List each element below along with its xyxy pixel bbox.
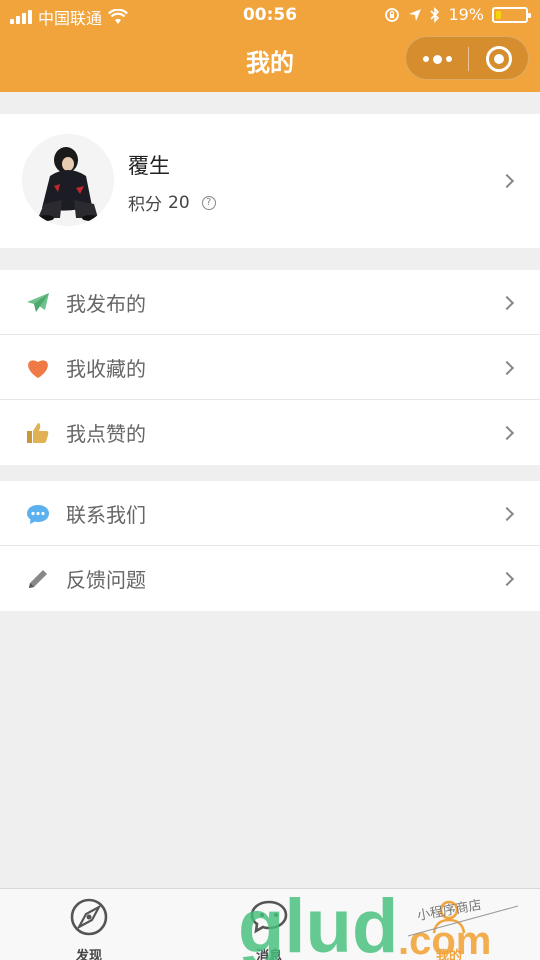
tab-label: 消息: [255, 949, 282, 960]
menu-item-favorites[interactable]: 我收藏的: [0, 335, 540, 400]
menu-item-label: 我发布的: [66, 292, 146, 316]
chevron-right-icon: [499, 173, 515, 189]
more-dots-icon[interactable]: [422, 51, 452, 67]
menu-item-label: 我收藏的: [66, 357, 146, 381]
menu-item-contact[interactable]: 联系我们: [0, 481, 540, 546]
chat-bubble-icon: [27, 505, 49, 524]
tab-messages[interactable]: 消息: [229, 897, 309, 960]
user-icon: [432, 900, 466, 934]
navigation-bar: 我的: [0, 30, 540, 92]
menu-item-liked[interactable]: 我点赞的: [0, 400, 540, 465]
chevron-right-icon: [499, 360, 515, 376]
menu-item-published[interactable]: 我发布的: [0, 270, 540, 335]
battery-icon: [492, 6, 531, 23]
points-row: 积分 20 ?: [128, 190, 216, 215]
tab-me[interactable]: 我的: [409, 897, 489, 960]
tab-label: 发现: [75, 949, 102, 960]
bluetooth-icon: [430, 6, 440, 23]
chevron-right-icon: [499, 425, 515, 441]
status-bar: 中国联通 00:56 19%: [0, 0, 540, 30]
battery-fill: [496, 10, 501, 19]
tab-label: 我的: [435, 949, 462, 960]
heart-icon: [28, 360, 48, 378]
menu-item-feedback[interactable]: 反馈问题: [0, 546, 540, 611]
message-icon: [250, 900, 288, 934]
battery-percent: 19%: [448, 5, 484, 24]
location-icon: [409, 8, 422, 21]
rotation-lock-icon: [385, 7, 400, 22]
username: 覆生: [128, 154, 170, 178]
tab-discover[interactable]: 发现: [49, 897, 129, 960]
profile-card[interactable]: 覆生 积分 20 ?: [0, 114, 540, 248]
compass-icon: [70, 898, 108, 936]
pencil-icon: [29, 570, 47, 588]
menu-item-label: 我点赞的: [66, 422, 146, 446]
menu-item-label: 联系我们: [66, 503, 146, 527]
thumbs-up-icon: [27, 423, 49, 443]
points-label: 积分: [128, 195, 162, 215]
mini-program-capsule: [405, 36, 529, 80]
menu-group-support: 联系我们 反馈问题: [0, 481, 540, 611]
target-icon[interactable]: [486, 46, 512, 72]
chevron-right-icon: [499, 506, 515, 522]
avatar: [22, 134, 114, 226]
paper-plane-icon: [27, 293, 49, 312]
chevron-right-icon: [499, 295, 515, 311]
menu-item-label: 反馈问题: [66, 568, 146, 592]
menu-group-activity: 我发布的 我收藏的 我点赞的: [0, 270, 540, 465]
points-value: 20: [168, 192, 190, 213]
tab-bar: 发现 消息 我的: [0, 888, 540, 960]
help-icon[interactable]: ?: [201, 195, 216, 210]
status-right: 19%: [384, 5, 531, 24]
chevron-right-icon: [499, 571, 515, 587]
capsule-divider: [468, 47, 469, 71]
